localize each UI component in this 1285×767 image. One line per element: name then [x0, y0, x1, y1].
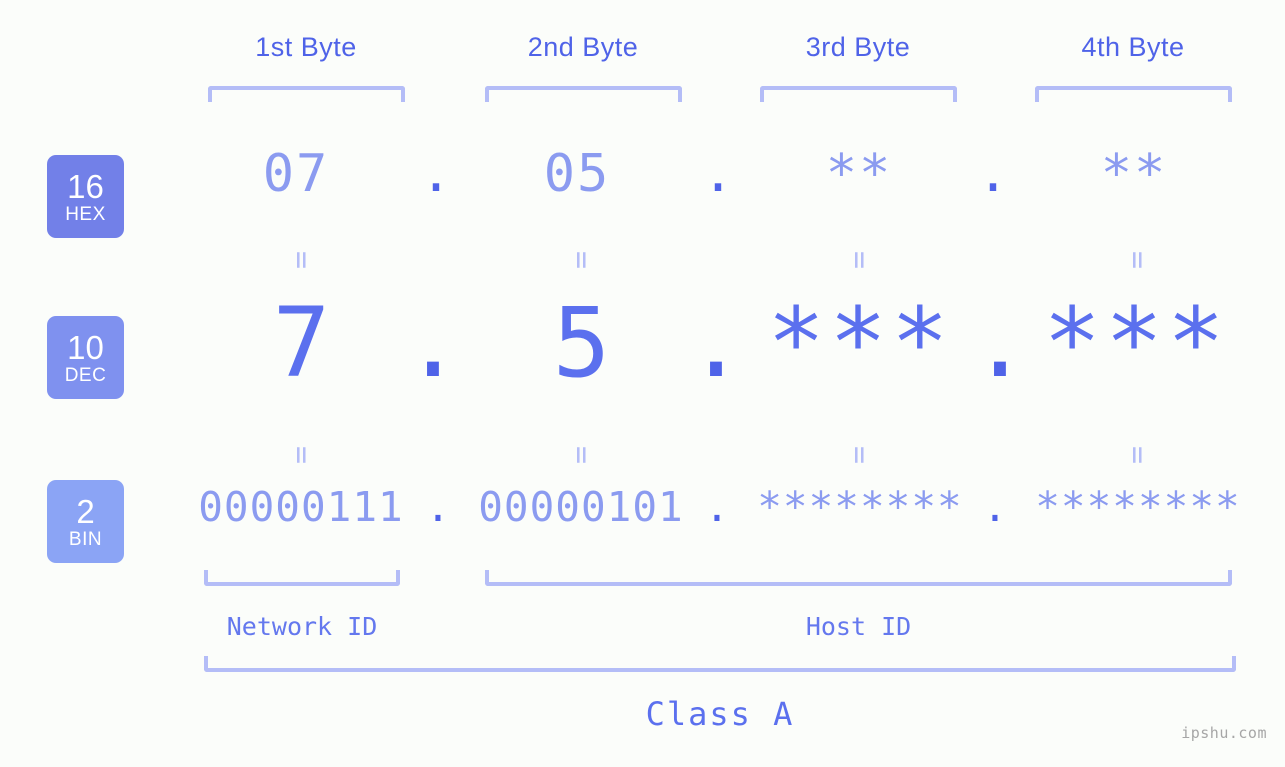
bin-byte-4: ******** [1035, 483, 1241, 531]
base-badge-dec-number: 10 [67, 328, 104, 366]
dec-byte-1: 7 [272, 287, 332, 399]
hex-byte-3: ** [825, 144, 893, 204]
byte-bracket-top-4 [1035, 86, 1232, 102]
equals-mark-dec-bin-3: = [842, 445, 877, 465]
base-badge-dec: 10 DEC [47, 316, 124, 399]
byte-header-label-3: 3rd Byte [805, 32, 911, 62]
base-badge-hex: 16 HEX [47, 155, 124, 238]
base-badge-dec-name: DEC [64, 364, 107, 386]
equals-mark-dec-bin-1: = [284, 445, 319, 465]
hex-byte-2: 05 [543, 144, 611, 204]
hex-byte-4: ** [1100, 144, 1168, 204]
equals-mark-hex-dec-4: = [1120, 250, 1155, 270]
byte-bracket-top-2 [485, 86, 682, 102]
byte-header-label-2: 2nd Byte [527, 32, 639, 62]
equals-mark-hex-dec-1: = [284, 250, 319, 270]
base-badge-bin: 2 BIN [47, 480, 124, 563]
equals-mark-dec-bin-2: = [564, 445, 599, 465]
class-bracket [204, 656, 1236, 672]
bin-byte-3: ******** [757, 483, 963, 531]
base-badge-bin-name: BIN [68, 528, 103, 550]
dec-byte-2: 5 [552, 287, 612, 399]
base-badge-bin-number: 2 [76, 492, 95, 530]
hex-byte-1: 07 [262, 144, 330, 204]
base-badge-hex-number: 16 [67, 167, 104, 205]
dec-byte-4: *** [1043, 287, 1229, 399]
bin-byte-1: 00000111 [198, 483, 404, 531]
byte-header-label-4: 4th Byte [1081, 32, 1185, 62]
base-badge-hex-name: HEX [65, 203, 106, 225]
ip-address-breakdown-diagram: 1st Byte 2nd Byte 3rd Byte 4th Byte 16 H… [0, 0, 1285, 767]
bin-byte-2: 00000101 [478, 483, 684, 531]
site-watermark: ipshu.com [1181, 724, 1267, 742]
class-label: Class A [645, 695, 795, 733]
dec-byte-3: *** [767, 287, 953, 399]
byte-header-label-1: 1st Byte [255, 32, 357, 62]
host-id-label: Host ID [805, 612, 912, 641]
equals-mark-hex-dec-2: = [564, 250, 599, 270]
network-id-bracket [204, 570, 400, 586]
network-id-label: Network ID [226, 612, 378, 641]
equals-mark-dec-bin-4: = [1120, 445, 1155, 465]
byte-bracket-top-1 [208, 86, 405, 102]
byte-bracket-top-3 [760, 86, 957, 102]
host-id-bracket [485, 570, 1232, 586]
equals-mark-hex-dec-3: = [842, 250, 877, 270]
